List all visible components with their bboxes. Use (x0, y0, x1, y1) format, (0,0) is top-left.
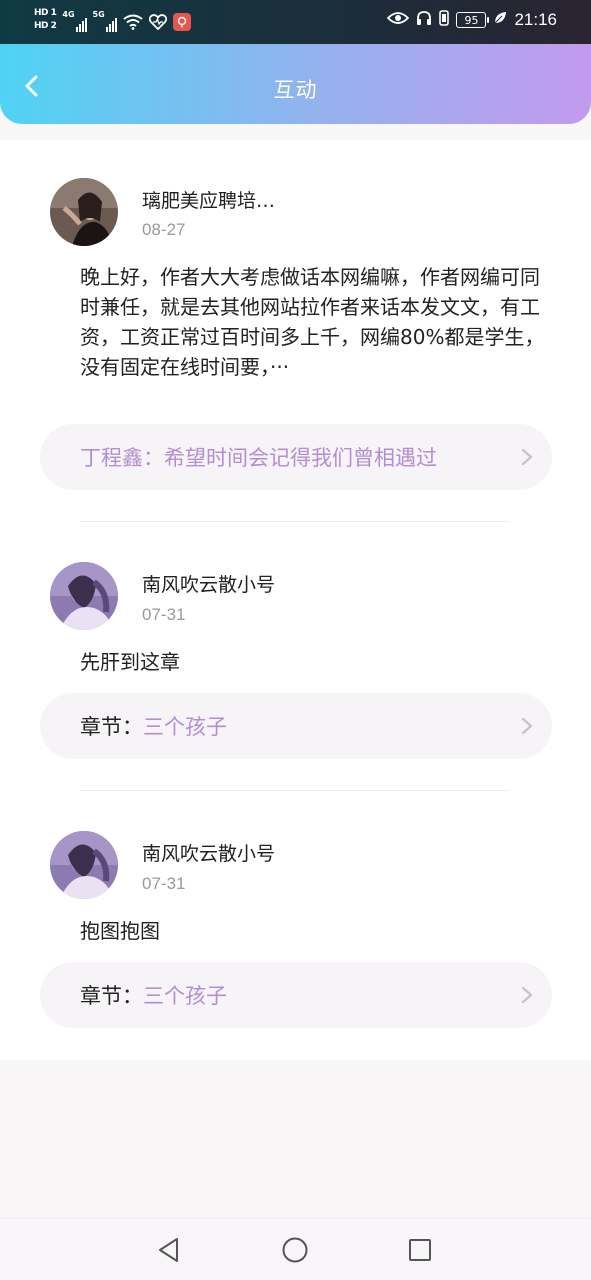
chapter-label: 章节： (80, 984, 143, 1008)
signal-icon: 4G (62, 10, 87, 32)
reply-label: 丁程鑫： (80, 446, 164, 470)
leaf-icon (493, 11, 507, 29)
chapter-name: 三个孩子 (143, 715, 227, 739)
post-username[interactable]: 南风吹云散小号 (142, 570, 275, 597)
status-bar: HD 1 HD 2 4G 5G 95 21:16 (0, 0, 591, 44)
interaction-list: 璃肥美应聘培… 08-27 晚上好，作者大大考虑做话本网编嘛，作者网编可同时兼任… (0, 140, 591, 1060)
avatar[interactable] (50, 178, 118, 246)
back-triangle-icon (159, 1238, 178, 1262)
heart-icon (148, 14, 167, 30)
hd-indicators: HD 1 HD 2 (34, 7, 57, 32)
recents-square-icon (409, 1239, 431, 1261)
chapter-name: 三个孩子 (143, 984, 227, 1008)
app-notification-icon (172, 13, 191, 31)
signal-icon-2: 5G (92, 10, 117, 32)
eye-icon (387, 11, 410, 29)
divider (80, 790, 510, 791)
status-right: 95 21:16 (387, 10, 557, 30)
network-type-4g: 4G (62, 10, 75, 19)
post-content: 晚上好，作者大大考虑做话本网编嘛，作者网编可同时兼任，就是去其他网站拉作者来话本… (80, 265, 545, 379)
clock: 21:16 (514, 10, 557, 29)
wifi-icon (123, 14, 143, 30)
post-content: 先肝到这章 (80, 650, 180, 674)
reply-link[interactable]: 丁程鑫： 希望时间会记得我们曾相遇过 (40, 424, 552, 490)
system-recents-button[interactable] (405, 1235, 435, 1265)
post-date: 07-31 (142, 874, 186, 893)
system-back-button[interactable] (154, 1235, 184, 1265)
chevron-right-icon (521, 986, 533, 1004)
system-home-button[interactable] (280, 1235, 310, 1265)
network-type-5g: 5G (92, 10, 105, 19)
list-item: 南风吹云散小号 07-31 抱图抱图 章节： 三个孩子 (0, 800, 591, 1060)
chapter-link[interactable]: 章节： 三个孩子 (40, 962, 552, 1028)
hd1-indicator: HD 1 (34, 7, 57, 18)
reply-text: 希望时间会记得我们曾相遇过 (164, 446, 437, 470)
divider (80, 521, 510, 522)
chapter-link[interactable]: 章节： 三个孩子 (40, 693, 552, 759)
post-date: 08-27 (142, 220, 186, 239)
post-date: 07-31 (142, 605, 186, 624)
post-content: 抱图抱图 (80, 919, 160, 943)
post-username[interactable]: 南风吹云散小号 (142, 839, 275, 866)
hd2-indicator: HD 2 (34, 20, 57, 31)
home-circle-icon (282, 1237, 308, 1263)
status-left: HD 1 HD 2 4G 5G (34, 6, 191, 32)
post-username[interactable]: 璃肥美应聘培… (142, 186, 275, 213)
avatar[interactable] (50, 562, 118, 630)
list-item: 南风吹云散小号 07-31 先肝到这章 章节： 三个孩子 (0, 530, 591, 790)
vibrate-icon (439, 10, 450, 30)
chevron-right-icon (521, 717, 533, 735)
battery-indicator: 95 (456, 12, 490, 28)
page-title: 互动 (273, 78, 318, 102)
chevron-right-icon (521, 448, 533, 466)
system-nav-bar (0, 1218, 591, 1280)
avatar[interactable] (50, 831, 118, 899)
list-item: 璃肥美应聘培… 08-27 晚上好，作者大大考虑做话本网编嘛，作者网编可同时兼任… (0, 140, 591, 530)
app-header: 互动 (0, 44, 591, 124)
chapter-label: 章节： (80, 715, 143, 739)
headphones-icon (416, 10, 432, 30)
